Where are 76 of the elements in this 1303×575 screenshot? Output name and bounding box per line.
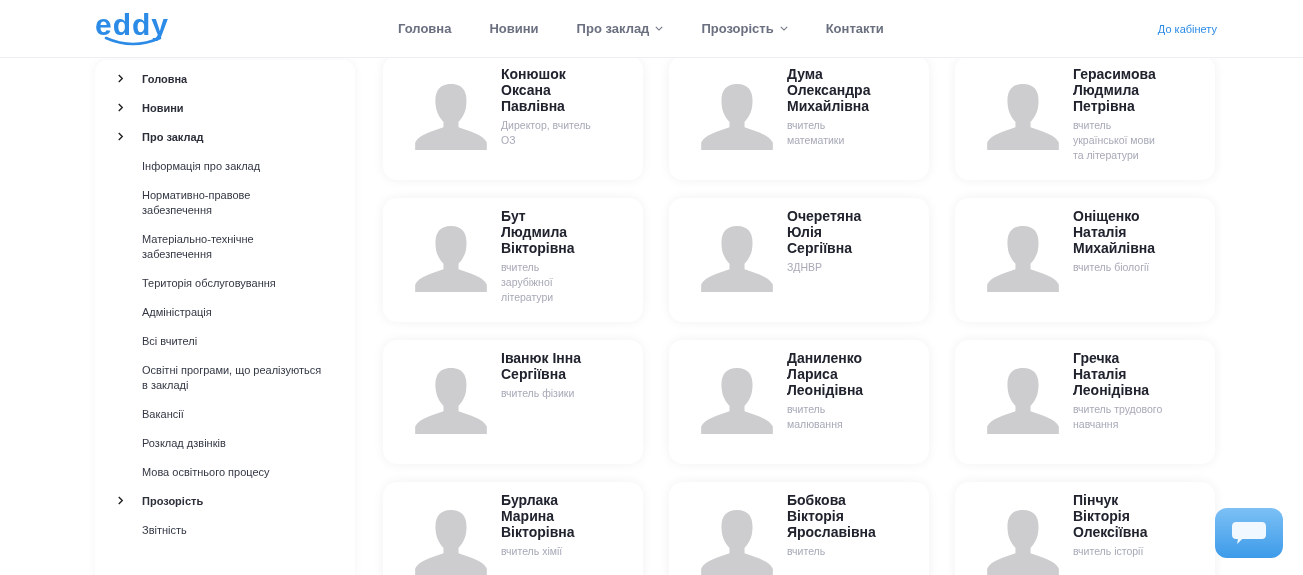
sidebar-item[interactable]: Мова освітнього процесу — [142, 465, 322, 480]
avatar-silhouette-icon — [987, 84, 1059, 150]
staff-name: Пінчук Вікторія Олексіївна — [1073, 492, 1149, 540]
staff-role: вчитель фізики — [501, 386, 576, 401]
sidebar-item[interactable]: Нормативно-правове забезпечення — [142, 188, 322, 218]
chevron-icon — [117, 74, 124, 83]
avatar-silhouette-icon — [987, 226, 1059, 292]
sidebar-item[interactable]: Адміністрація — [142, 305, 322, 320]
chevron-icon — [117, 132, 124, 141]
sidebar-item[interactable]: Головна — [142, 72, 322, 87]
avatar-silhouette-icon — [701, 368, 773, 434]
avatar-silhouette-icon — [987, 510, 1059, 575]
staff-name: Даниленко Лариса Леонідівна — [787, 350, 865, 398]
staff-role: вчитель хімії — [501, 544, 564, 559]
avatar-silhouette-icon — [701, 84, 773, 150]
sidebar-item[interactable]: Новини — [142, 101, 322, 116]
logo[interactable]: eddy — [95, 11, 190, 46]
staff-name: Оніщенко Наталія Михайлівна — [1073, 208, 1157, 256]
staff-card[interactable]: Іванюк Інна Сергіївна вчитель фізики — [383, 340, 643, 464]
sidebar-item[interactable]: Розклад дзвінків — [142, 436, 322, 451]
sidebar-item[interactable]: Освітні програми, що реалізуються в закладі — [142, 363, 322, 393]
staff-card[interactable]: Герасимова Людмила Петрівна вчитель української мови та літератури — [955, 56, 1215, 180]
sidebar-item[interactable]: Інформація про заклад — [142, 159, 322, 174]
staff-card[interactable]: Дума Олександра Михайлівна вчитель математики — [669, 56, 929, 180]
chevron-icon — [117, 103, 124, 112]
staff-card[interactable]: Даниленко Лариса Леонідівна вчитель малювання — [669, 340, 929, 464]
staff-card[interactable]: Бут Людмила Вікторівна вчитель зарубіжної літератури — [383, 198, 643, 322]
sidebar-item[interactable]: Всі вчителі — [142, 334, 322, 349]
nav-link[interactable]: Новини — [489, 21, 539, 36]
staff-card[interactable]: Гречка Наталія Леонідівна вчитель трудового навчання — [955, 340, 1215, 464]
staff-name: Конюшок Оксана Павлівна — [501, 66, 567, 114]
staff-role: ЗДНВР — [787, 260, 824, 275]
staff-name: Іванюк Інна Сергіївна — [501, 350, 582, 382]
staff-name: Дума Олександра Михайлівна — [787, 66, 872, 114]
staff-name: Гречка Наталія Леонідівна — [1073, 350, 1151, 398]
staff-card[interactable]: Бурлака Марина Вікторівна вчитель хімії — [383, 482, 643, 575]
staff-card[interactable]: Пінчук Вікторія Олексіївна вчитель історії — [955, 482, 1215, 575]
sidebar-item[interactable]: Прозорість — [142, 494, 322, 509]
staff-card[interactable]: Оніщенко Наталія Михайлівна вчитель біології — [955, 198, 1215, 322]
staff-card[interactable]: Бобкова Вікторія Ярославівна вчитель — [669, 482, 929, 575]
staff-role: вчитель біології — [1073, 260, 1151, 275]
account-link[interactable]: До кабінету — [1157, 22, 1217, 35]
sidebar-item[interactable]: Звітність — [142, 523, 322, 538]
staff-name: Бобкова Вікторія Ярославівна — [787, 492, 877, 540]
avatar-silhouette-icon — [701, 226, 773, 292]
nav-link[interactable]: Головна — [398, 21, 452, 36]
sidebar-item[interactable]: Матеріально-технічне забезпечення — [142, 232, 322, 262]
avatar-silhouette-icon — [415, 510, 487, 575]
staff-role: вчитель української мови та літератури — [1073, 118, 1156, 163]
chat-bubble-icon — [1232, 521, 1266, 545]
sidebar-item[interactable]: Територія обслуговування — [142, 276, 322, 291]
avatar-silhouette-icon — [701, 510, 773, 575]
staff-role: вчитель трудового навчання — [1073, 402, 1164, 432]
sidebar-item[interactable]: Про заклад — [142, 130, 322, 145]
staff-role: Директор, вчитель ОЗ — [501, 118, 592, 148]
staff-role: вчитель зарубіжної літератури — [501, 260, 555, 305]
nav-link[interactable]: Про заклад — [576, 21, 664, 36]
staff-role: вчитель — [787, 544, 827, 559]
avatar-silhouette-icon — [415, 368, 487, 434]
staff-card[interactable]: Конюшок Оксана Павлівна Директор, вчитель ОЗ — [383, 56, 643, 180]
avatar-silhouette-icon — [415, 84, 487, 150]
nav-link[interactable]: Прозорість — [701, 21, 788, 36]
staff-role: вчитель математики — [787, 118, 846, 148]
staff-role: вчитель історії — [1073, 544, 1145, 559]
staff-name: Герасимова Людмила Петрівна — [1073, 66, 1157, 114]
chat-button[interactable] — [1215, 508, 1283, 558]
avatar-silhouette-icon — [415, 226, 487, 292]
staff-role: вчитель малювання — [787, 402, 844, 432]
staff-name: Бут Людмила Вікторівна — [501, 208, 576, 256]
nav-link[interactable]: Контакти — [825, 21, 884, 36]
avatar-silhouette-icon — [987, 368, 1059, 434]
staff-card[interactable]: Очеретяна Юлія Сергіївна ЗДНВР — [669, 198, 929, 322]
staff-name: Бурлака Марина Вікторівна — [501, 492, 576, 540]
sidebar-item[interactable]: Вакансії — [142, 407, 322, 422]
staff-name: Очеретяна Юлія Сергіївна — [787, 208, 863, 256]
chevron-icon — [117, 496, 124, 505]
